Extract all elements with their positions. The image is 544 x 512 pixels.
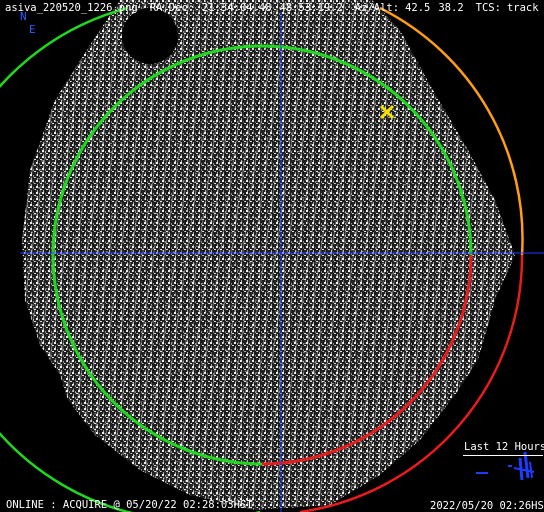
az-value: 42.5 [405,2,431,14]
status-timestamp: 2022/05/20 02:26HST [430,500,544,512]
status-acquire: ONLINE : ACQUIRE @ 05/20/22 02:28:03HST [6,499,253,511]
azalt-label: Az/Alt: [354,2,400,14]
dec-value: 48:53:19.2 [279,2,343,14]
ra-value: 21:34:04.48 [202,2,272,14]
obstruction-notch [122,8,178,64]
radec-label: RA,Dec: [149,2,195,14]
header-bar: asiva_220520_1226.png RA,Dec: 21:34:04.48 4… [5,2,544,14]
history-divider [463,455,543,456]
sky-image [22,0,515,510]
all-sky-camera-view [0,0,544,512]
alt-value: 38.2 [438,2,464,14]
compass-east-label: E [29,23,36,36]
tcs-state: track [506,2,539,14]
compass-north-label: N [20,10,27,23]
history-plot [476,451,535,481]
history-label: Last 12 Hours [464,441,544,453]
tcs-label: TCS: [475,2,501,14]
